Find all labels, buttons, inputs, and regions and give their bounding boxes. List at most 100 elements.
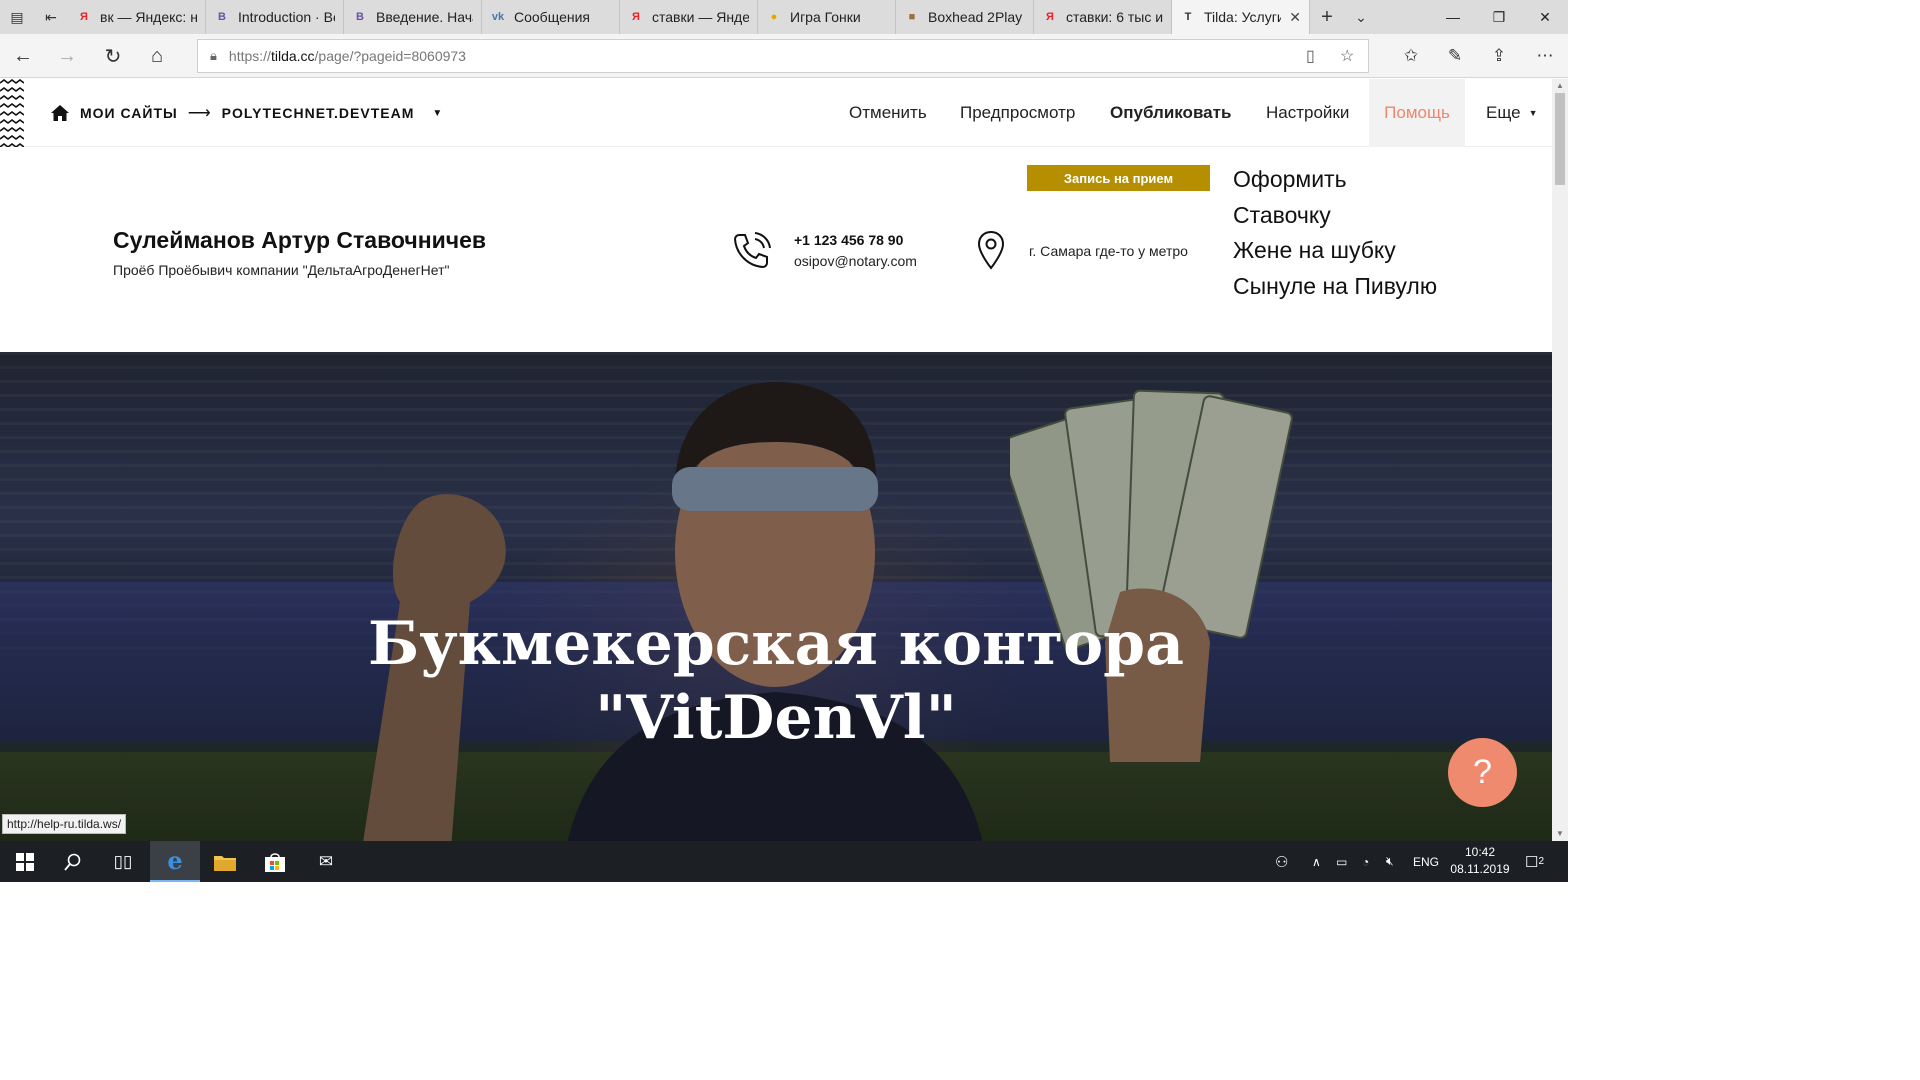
more-label: Еще	[1486, 103, 1521, 122]
battery-icon[interactable]: ▭	[1336, 841, 1347, 882]
address-bar[interactable]: 🔒︎ https://tilda.cc/page/?pageid=8060973…	[197, 39, 1369, 73]
page-scrollbar[interactable]: ▲ ▼	[1552, 79, 1568, 841]
favorite-star-icon[interactable]: ☆	[1340, 46, 1354, 66]
tab-title: ставки: 6 тыс из	[1066, 9, 1163, 25]
file-explorer-icon[interactable]	[200, 841, 250, 882]
close-tab-icon[interactable]: ✕	[1289, 9, 1301, 26]
hero-banner: Букмекерская контора "VitDenVl"	[0, 352, 1552, 841]
store-icon[interactable]	[250, 841, 300, 882]
browser-tab[interactable]: B Introduction · Bc	[206, 0, 344, 34]
edge-browser-icon[interactable]: e	[150, 841, 200, 882]
location-pin-icon	[977, 230, 1005, 270]
hero-title-line-2: "VitDenVl"	[595, 683, 957, 753]
back-icon[interactable]: ←	[6, 40, 40, 72]
publish-button[interactable]: Опубликовать	[1110, 79, 1231, 147]
maximize-icon[interactable]: ❐	[1476, 0, 1522, 34]
tab-favicon-icon: Я	[632, 11, 640, 23]
help-button[interactable]: Помощь	[1369, 79, 1465, 147]
tab-preview-chevron-icon[interactable]: ⌄	[1344, 0, 1378, 34]
browser-tab[interactable]: Яставки: 6 тыс из	[1034, 0, 1172, 34]
scroll-down-icon[interactable]: ▼	[1552, 827, 1568, 841]
share-icon[interactable]: ⇪	[1482, 40, 1516, 72]
browser-tab[interactable]: vk Сообщения	[482, 0, 620, 34]
home-icon[interactable]	[50, 104, 70, 122]
tab-title: вк — Яндекс: на	[100, 9, 197, 25]
browser-tab[interactable]: ■ Boxhead 2Play R	[896, 0, 1034, 34]
browser-nav-bar: ← → ↻ ⌂ 🔒︎ https://tilda.cc/page/?pageid…	[0, 34, 1568, 78]
clock-date: 08.11.2019	[1450, 862, 1510, 876]
tab-title: Введение. Нача	[376, 9, 473, 25]
project-dropdown-icon[interactable]: ▼	[432, 108, 443, 119]
favorites-icon[interactable]: ✩	[1394, 40, 1428, 72]
browser-tab-bar: ▤ ⇤ Явк — Яндекс: на B Introduction · Bc B В…	[0, 0, 1568, 34]
people-icon[interactable]: ⚇	[1275, 841, 1288, 882]
scrollbar-thumb[interactable]	[1555, 93, 1565, 185]
cancel-button[interactable]: Отменить	[849, 79, 927, 147]
notification-count: 2	[1538, 856, 1545, 867]
side-menu-item[interactable]: Ставочку	[1233, 198, 1437, 234]
browser-tab[interactable]: T Tilda: Услуги ✕	[1172, 0, 1310, 34]
minimize-icon[interactable]: —	[1430, 0, 1476, 34]
forward-icon[interactable]: →	[50, 40, 84, 72]
appointment-button[interactable]: Запись на прием	[1027, 165, 1210, 191]
preview-button[interactable]: Предпросмотр	[960, 79, 1075, 147]
hero-dark-overlay	[0, 352, 1552, 841]
reading-view-icon[interactable]: ▯	[1306, 46, 1315, 66]
breadcrumb-project[interactable]: POLYTECHNET.DEVTEAM	[222, 105, 415, 121]
breadcrumb: МОИ САЙТЫ ⟶ POLYTECHNET.DEVTEAM ▼	[50, 79, 443, 147]
tab-title: Tilda: Услуги	[1204, 9, 1282, 25]
action-center-icon[interactable]: ☐ 2	[1525, 841, 1544, 882]
close-window-icon[interactable]: ✕	[1522, 0, 1568, 34]
lock-icon: 🔒︎	[210, 48, 217, 63]
zigzag-decoration-icon	[0, 79, 24, 147]
tilda-top-panel: МОИ САЙТЫ ⟶ POLYTECHNET.DEVTEAM ▼ Отмени…	[0, 79, 1552, 147]
url-prefix: https://	[228, 48, 271, 64]
tray-chevron-icon[interactable]: ∧	[1312, 841, 1321, 882]
phone-number[interactable]: +1 123 456 78 90	[794, 232, 903, 248]
tab-favicon-icon: ●	[770, 11, 778, 23]
tab-list-icon[interactable]: ▤	[0, 0, 34, 34]
home-icon[interactable]: ⌂	[140, 40, 174, 72]
tab-favicon-icon: ■	[908, 11, 916, 23]
more-menu-icon[interactable]: ⋯	[1528, 40, 1562, 72]
browser-tab[interactable]: Явк — Яндекс: на	[68, 0, 206, 34]
status-bar-link: http://help-ru.tilda.ws/	[2, 814, 127, 834]
side-menu-item[interactable]: Сынуле на Пивулю	[1233, 269, 1437, 305]
tab-title: ставки — Яндек	[652, 9, 749, 25]
more-button[interactable]: Еще ▼	[1486, 79, 1538, 147]
side-menu: Оформить Ставочку Жене на шубку Сынуле н…	[1233, 162, 1437, 304]
tab-favicon-icon: Я	[80, 11, 88, 23]
tab-favicon-icon: B	[218, 11, 226, 23]
hero-title-line-1: Букмекерская контора	[367, 609, 1184, 679]
hero-title: Букмекерская контора "VitDenVl"	[0, 607, 1552, 755]
tab-favicon-icon: B	[356, 11, 364, 23]
clock[interactable]: 10:42 08.11.2019	[1450, 844, 1510, 878]
help-chat-button[interactable]: ?	[1448, 738, 1517, 807]
tab-favicon-icon: Я	[1046, 11, 1054, 23]
refresh-icon[interactable]: ↻	[96, 40, 130, 72]
mail-icon[interactable]: ✉	[301, 841, 351, 882]
volume-muted-icon[interactable]: 🔇︎	[1386, 841, 1394, 882]
language-indicator[interactable]: ENG	[1413, 841, 1439, 882]
browser-tab[interactable]: B Введение. Нача	[344, 0, 482, 34]
more-dropdown-icon: ▼	[1528, 108, 1538, 118]
side-menu-item[interactable]: Жене на шубку	[1233, 233, 1437, 269]
browser-tab[interactable]: ● Игра Гонки	[758, 0, 896, 34]
tab-title: Игра Гонки	[790, 9, 861, 25]
windows-taskbar: ▯▯ e ✉ ⚇ ∧ ▭ ◔ 🔇︎ ENG 10:42 08.11.2019 ☐…	[0, 841, 1568, 882]
breadcrumb-my-sites[interactable]: МОИ САЙТЫ	[80, 105, 178, 121]
search-icon[interactable]	[48, 841, 98, 882]
task-view-icon[interactable]: ▯▯	[98, 841, 148, 882]
new-tab-icon[interactable]: +	[1310, 0, 1344, 34]
address-text: г. Самара где-то у метро	[1029, 243, 1188, 259]
set-aside-tabs-icon[interactable]: ⇤	[34, 0, 68, 34]
breadcrumb-arrow-icon: ⟶	[187, 105, 212, 122]
side-menu-item[interactable]: Оформить	[1233, 162, 1437, 198]
wifi-icon[interactable]: ◔	[1362, 841, 1369, 882]
scroll-up-icon[interactable]: ▲	[1552, 79, 1568, 93]
settings-button[interactable]: Настройки	[1266, 79, 1349, 147]
notes-pen-icon[interactable]: ✎	[1438, 40, 1472, 72]
start-windows-icon[interactable]	[0, 841, 50, 882]
browser-tab[interactable]: Яставки — Яндек	[620, 0, 758, 34]
email-address[interactable]: osipov@notary.com	[794, 253, 917, 269]
